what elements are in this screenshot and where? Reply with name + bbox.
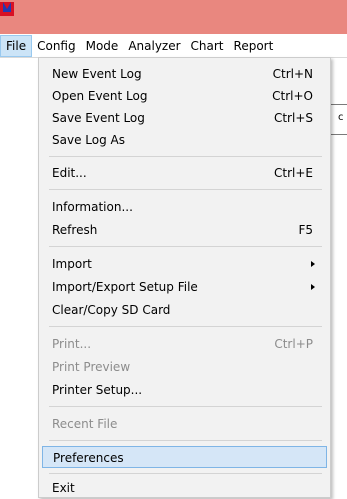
menu-item-printer-setup[interactable]: Printer Setup... (42, 379, 327, 401)
menu-item-recent-file[interactable]: Recent File (42, 413, 327, 435)
menu-separator (49, 440, 322, 441)
menu-item-import-export-setup-file[interactable]: Import/Export Setup File (42, 276, 327, 298)
background-window-content: c (330, 58, 347, 498)
menu-separator (49, 156, 322, 157)
menu-analyzer[interactable]: Analyzer (123, 35, 185, 57)
menu-item-shortcut: Ctrl+N (272, 67, 313, 81)
background-divider (330, 134, 347, 135)
menu-item-label: Clear/Copy SD Card (52, 303, 171, 317)
menu-item-label: Printer Setup... (52, 383, 143, 397)
menu-file[interactable]: File (0, 34, 33, 57)
menu-item-save-log-as[interactable]: Save Log As (42, 129, 327, 151)
menu-item-open-event-log[interactable]: Open Event Log Ctrl+O (42, 85, 327, 107)
menu-report[interactable]: Report (229, 35, 279, 57)
menu-item-label: Exit (52, 481, 75, 495)
menu-item-label: Edit... (52, 166, 87, 180)
chevron-right-icon (311, 284, 315, 290)
background-text-fragment: c (338, 112, 344, 123)
menu-separator (49, 473, 322, 474)
menu-item-preferences[interactable]: Preferences (42, 446, 327, 468)
menu-item-label: Preferences (53, 451, 124, 465)
menu-item-information[interactable]: Information... (42, 196, 327, 218)
menu-item-label: Save Log As (52, 133, 125, 147)
menu-item-shortcut: Ctrl+P (274, 337, 313, 351)
background-divider (330, 104, 347, 105)
menu-separator (49, 246, 322, 247)
menu-item-label: Print Preview (52, 360, 131, 374)
file-dropdown-menu: New Event Log Ctrl+N Open Event Log Ctrl… (38, 57, 331, 498)
menu-item-label: Open Event Log (52, 89, 148, 103)
menu-item-refresh[interactable]: Refresh F5 (42, 219, 327, 241)
menu-item-save-event-log[interactable]: Save Event Log Ctrl+S (42, 107, 327, 129)
menu-config[interactable]: Config (32, 35, 81, 57)
menu-chart[interactable]: Chart (186, 35, 229, 57)
title-bar (0, 0, 347, 34)
menu-item-print-preview[interactable]: Print Preview (42, 356, 327, 378)
menu-item-clear-copy-sd-card[interactable]: Clear/Copy SD Card (42, 299, 327, 321)
menu-item-import[interactable]: Import (42, 253, 327, 275)
menu-item-new-event-log[interactable]: New Event Log Ctrl+N (42, 63, 327, 85)
menu-item-shortcut: Ctrl+E (274, 166, 313, 180)
menu-item-edit[interactable]: Edit... Ctrl+E (42, 162, 327, 184)
menu-item-label: New Event Log (52, 67, 142, 81)
menu-item-label: Print... (52, 337, 92, 351)
menu-item-label: Save Event Log (52, 111, 145, 125)
menu-item-shortcut: Ctrl+S (273, 111, 313, 125)
menu-separator (49, 406, 322, 407)
app-logo-icon[interactable] (0, 2, 14, 16)
menu-item-label: Information... (52, 200, 133, 214)
menu-mode[interactable]: Mode (81, 35, 124, 57)
menu-item-shortcut: Ctrl+O (272, 89, 313, 103)
menu-bar: File Config Mode Analyzer Chart Report (0, 34, 347, 58)
menu-item-label: Import (52, 257, 92, 271)
menu-item-label: Refresh (52, 223, 98, 237)
menu-separator (49, 189, 322, 190)
menu-item-print[interactable]: Print... Ctrl+P (42, 333, 327, 355)
menu-item-label: Recent File (52, 417, 118, 431)
chevron-right-icon (311, 261, 315, 267)
menu-item-shortcut: F5 (298, 223, 313, 237)
menu-item-label: Import/Export Setup File (52, 280, 198, 294)
menu-separator (49, 326, 322, 327)
menu-item-exit[interactable]: Exit (42, 477, 327, 499)
